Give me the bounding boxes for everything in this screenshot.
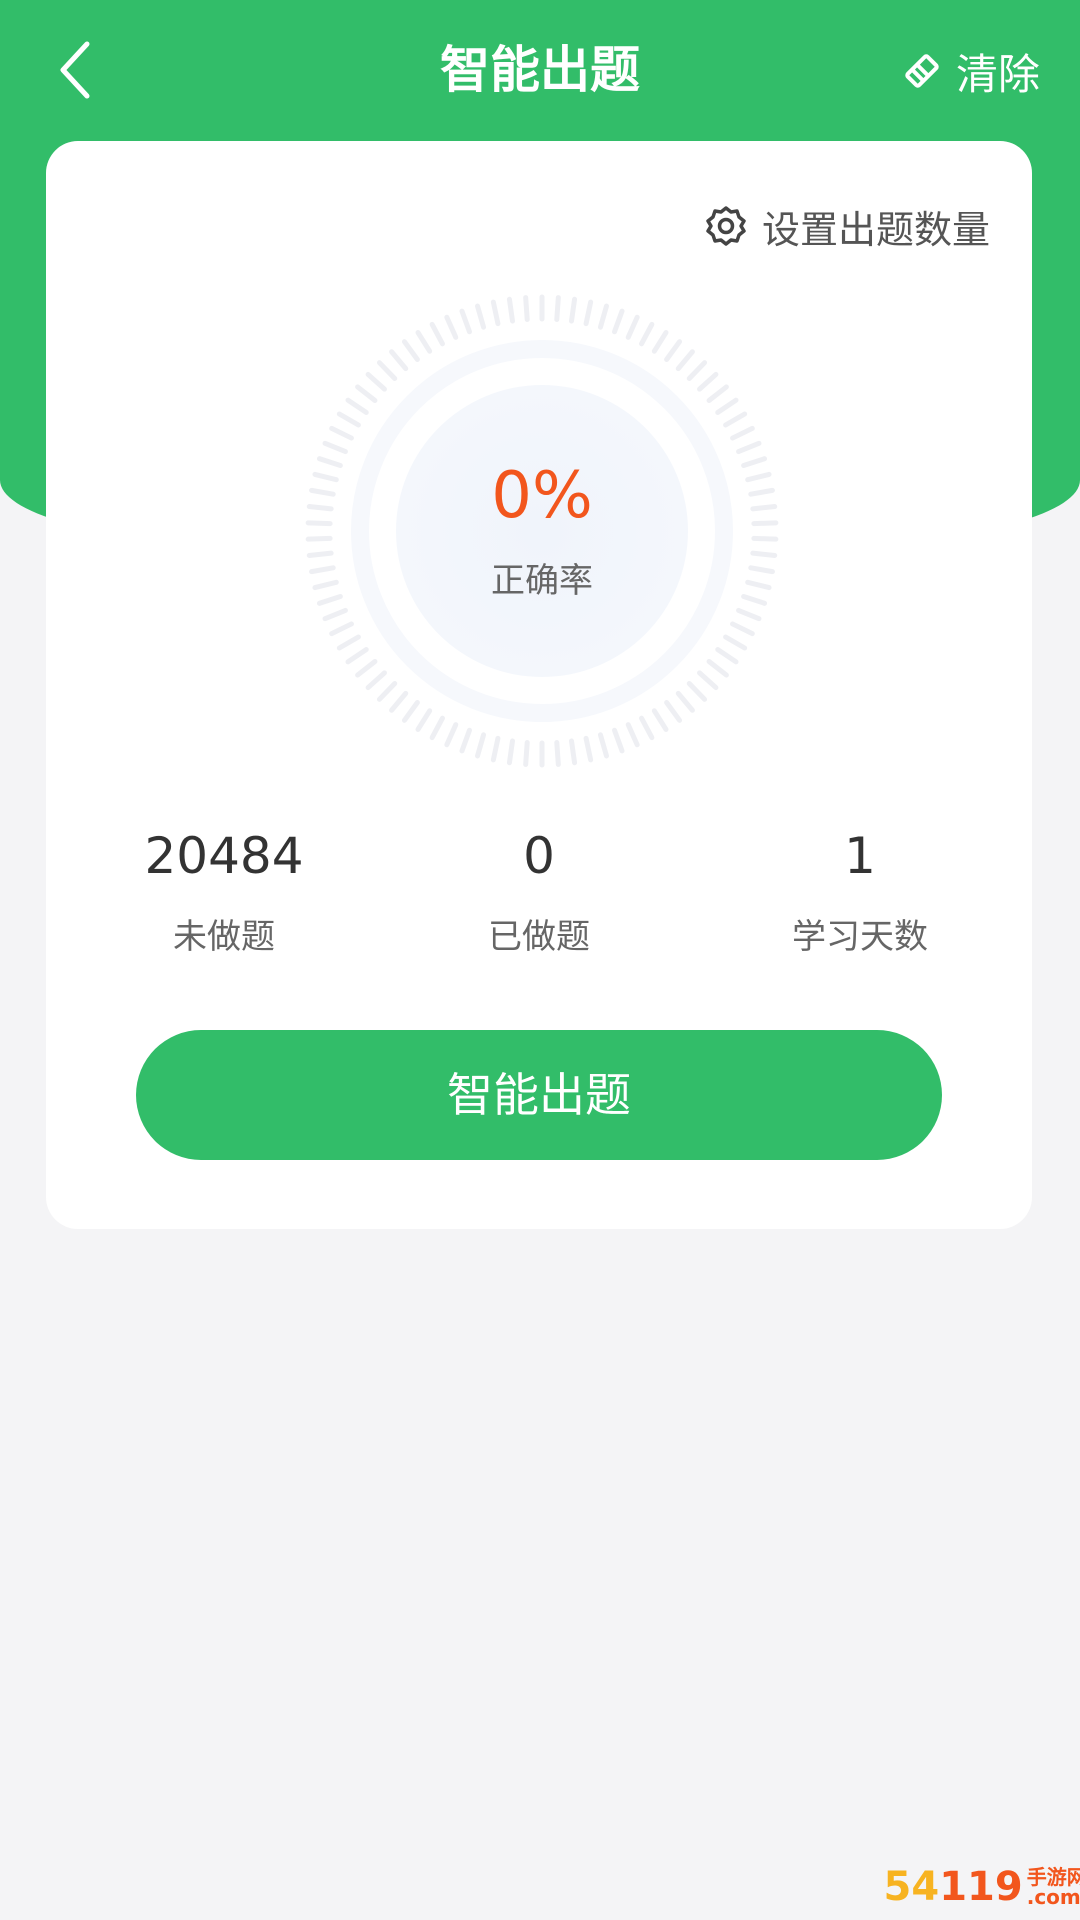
gauge-tick xyxy=(723,634,748,651)
clear-label: 清除 xyxy=(955,49,1040,99)
gauge-tick xyxy=(523,739,530,767)
clear-button[interactable]: 清除 xyxy=(900,36,1040,106)
gauge-tick xyxy=(625,722,640,748)
gauge-tick xyxy=(329,621,354,637)
gauge-tick xyxy=(389,349,409,372)
gauge-tick xyxy=(401,700,420,723)
gauge-tick xyxy=(401,339,420,362)
gauge-tick xyxy=(597,303,609,330)
gear-icon xyxy=(706,206,746,246)
gauge-tick xyxy=(569,296,578,324)
gauge-tick xyxy=(730,621,755,637)
stat-undone-label: 未做题 xyxy=(173,917,275,957)
gauge-tick xyxy=(625,314,640,340)
gauge-tick xyxy=(686,360,708,381)
gauge-tick xyxy=(706,659,729,678)
gauge-tick xyxy=(459,308,472,335)
gauge-tick xyxy=(736,440,762,455)
stat-study-days: 1 学习天数 xyxy=(700,821,1020,958)
gauge-tick xyxy=(569,738,578,766)
gauge-tick xyxy=(583,735,594,763)
gauge-tick xyxy=(597,732,609,759)
gauge-tick xyxy=(730,425,755,441)
gauge-tick xyxy=(415,708,433,732)
gauge-tick xyxy=(305,535,333,542)
accuracy-label: 正确率 xyxy=(491,561,593,601)
eraser-icon xyxy=(905,54,939,88)
gauge-tick xyxy=(506,296,515,324)
gauge-tick xyxy=(355,384,378,403)
gauge-tick xyxy=(686,681,708,702)
gauge-tick xyxy=(554,295,561,323)
gauge-tick xyxy=(523,295,530,323)
stat-done-value: 0 xyxy=(523,827,555,885)
gauge-tick xyxy=(336,634,361,651)
gauge-tick xyxy=(444,722,459,748)
gauge-tick xyxy=(736,607,762,622)
gauge-tick xyxy=(355,659,378,678)
top-bar: 智能出题 清除 xyxy=(0,0,1080,140)
stat-done: 0 已做题 xyxy=(379,821,699,958)
start-smart-practice-button[interactable]: 智能出题 xyxy=(136,1030,942,1160)
accuracy-value: 0% xyxy=(491,459,593,533)
gauge-tick xyxy=(475,732,487,759)
gauge-tick xyxy=(329,425,354,441)
gauge-tick xyxy=(664,700,683,723)
gauge-tick xyxy=(639,321,655,347)
gauge-tick xyxy=(475,303,487,330)
gauge-tick xyxy=(389,690,409,713)
gauge-tick xyxy=(715,397,739,415)
gauge-tick xyxy=(322,440,348,455)
gauge-tick xyxy=(506,738,515,766)
gauge-tick xyxy=(429,715,445,741)
gauge-tick xyxy=(345,397,369,415)
stat-undone: 20484 未做题 xyxy=(64,821,384,958)
gauge-tick xyxy=(376,681,398,702)
gauge-tick xyxy=(459,727,472,754)
stat-undone-value: 20484 xyxy=(144,827,304,885)
gauge-tick xyxy=(675,349,695,372)
site-watermark-logo: 54 119 手游网.com.cn xyxy=(883,1864,1080,1910)
gauge-tick xyxy=(429,321,445,347)
gauge-tick xyxy=(365,371,387,392)
gauge-tick xyxy=(723,411,748,428)
gauge-tick xyxy=(612,308,625,335)
stat-study-days-label: 学习天数 xyxy=(792,917,928,957)
gauge-tick xyxy=(651,708,669,732)
practice-card: 设置出题数量 0% 正确率 20484 未做题 0 已做题 1 学习天数 智能出… xyxy=(46,141,1032,1229)
gauge-tick xyxy=(365,670,387,691)
gauge-tick xyxy=(376,360,398,381)
gauge-tick xyxy=(697,371,719,392)
gauge-tick xyxy=(336,411,361,428)
settings-label: 设置出题数量 xyxy=(761,207,990,252)
gauge-tick xyxy=(415,330,433,354)
gauge-tick xyxy=(490,299,501,327)
stat-study-days-value: 1 xyxy=(844,827,876,885)
gauge-tick xyxy=(697,670,719,691)
gauge-tick xyxy=(639,715,655,741)
gauge-tick xyxy=(751,535,779,542)
gauge-tick xyxy=(583,299,594,327)
gauge-tick xyxy=(345,647,369,665)
gauge-tick xyxy=(612,727,625,754)
gauge-tick xyxy=(706,384,729,403)
gauge-tick xyxy=(322,607,348,622)
gauge-tick xyxy=(664,339,683,362)
set-question-count-button[interactable]: 设置出题数量 xyxy=(704,191,990,261)
stat-done-label: 已做题 xyxy=(488,917,590,957)
stats-row: 20484 未做题 0 已做题 1 学习天数 xyxy=(46,821,1032,957)
gauge-tick xyxy=(554,739,561,767)
gauge-tick xyxy=(490,735,501,763)
gauge-tick xyxy=(651,330,669,354)
gauge-tick xyxy=(715,647,739,665)
gauge-tick xyxy=(675,690,695,713)
gauge-tick xyxy=(444,314,459,340)
